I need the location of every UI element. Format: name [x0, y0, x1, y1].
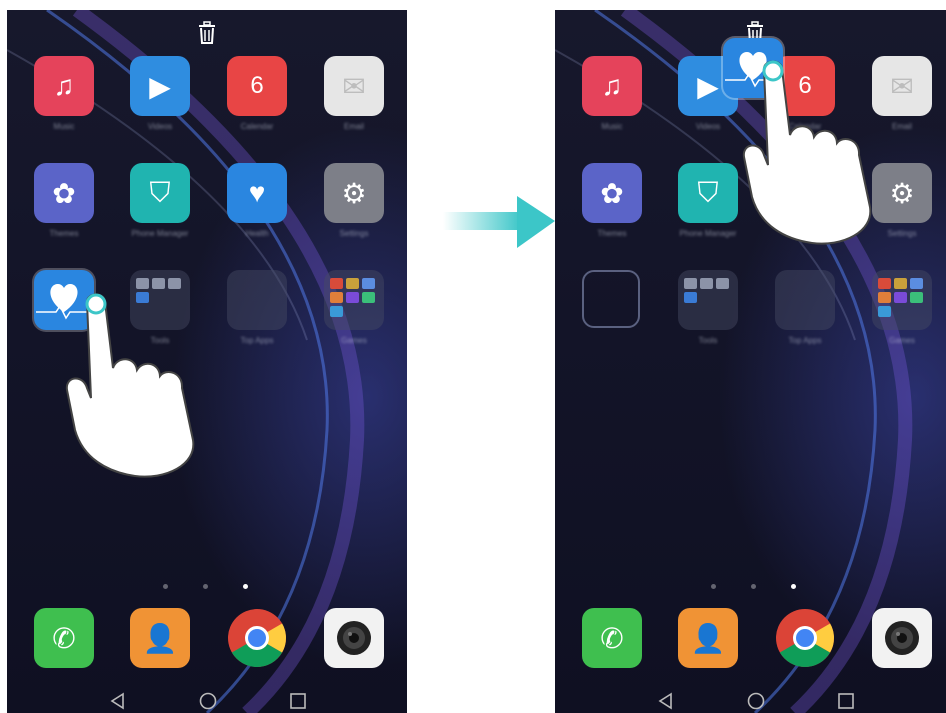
page-indicator-dot[interactable]: [203, 584, 208, 589]
folder-mini-game-icon: [878, 278, 891, 289]
folder-mini-app-icon: [700, 278, 713, 289]
app-icon-health[interactable]: ♥: [227, 163, 287, 223]
app-glyph-icon: ⛉: [697, 176, 719, 208]
app-glyph-icon: ♫: [601, 70, 623, 101]
app-label: Themes: [49, 229, 79, 238]
app-glyph-icon: 6: [250, 72, 264, 99]
folder-games[interactable]: [324, 270, 384, 330]
folder-mini-game-icon: [878, 292, 891, 303]
app-label: Email: [343, 122, 364, 131]
app-label: Videos: [147, 122, 173, 131]
folder-mini-game-icon: [330, 292, 343, 303]
folder-mini-app-icon: [684, 278, 697, 289]
folder-mini-game-icon: [330, 278, 343, 289]
app-label: Phone Manager: [679, 229, 737, 238]
app-icon-calendar[interactable]: 6: [227, 56, 287, 116]
folder-mini-app-icon: [684, 292, 697, 303]
app-icon-music[interactable]: ♫: [582, 56, 642, 116]
app-glyph-icon: ♫: [53, 70, 75, 101]
app-icon-themes[interactable]: ✿: [582, 163, 642, 223]
folder-label: Games: [341, 336, 367, 345]
app-icon-videos[interactable]: ▶: [130, 56, 190, 116]
app-glyph-icon: ✉: [342, 70, 366, 102]
app-glyph-icon: ⛉: [149, 176, 171, 208]
page-indicator-dot[interactable]: [711, 584, 716, 589]
folder-mini-app-icon: [136, 278, 149, 289]
trash-icon[interactable]: [192, 18, 222, 48]
app-glyph-icon: ✿: [52, 177, 76, 209]
folder-top-apps[interactable]: [227, 270, 287, 330]
app-glyph-icon: ▶: [697, 70, 719, 102]
folder-mini-game-icon: [362, 278, 375, 289]
folder-mini-game-icon: [894, 278, 907, 289]
app-glyph-icon: ♥: [248, 177, 266, 208]
dock-app-camera[interactable]: [324, 608, 384, 668]
dock-app-phone[interactable]: ✆: [34, 608, 94, 668]
app-icon-themes[interactable]: ✿: [34, 163, 94, 223]
folder-mini-game-icon: [346, 292, 359, 303]
app-label: Settings: [339, 229, 369, 238]
dock-app-chrome[interactable]: [227, 608, 287, 668]
app-icon-settings[interactable]: ⚙: [324, 163, 384, 223]
back-nav-icon[interactable]: [107, 690, 129, 712]
home-nav-icon[interactable]: [197, 690, 219, 712]
dock-app-camera[interactable]: [872, 608, 932, 668]
folder-label: Top Apps: [788, 336, 822, 345]
page-indicator-dot[interactable]: [751, 584, 756, 589]
folder-mini-game-icon: [878, 306, 891, 317]
folder-mini-game-icon: [910, 292, 923, 303]
folder-games[interactable]: [872, 270, 932, 330]
home-nav-icon[interactable]: [745, 690, 767, 712]
app-glyph-icon: ✆: [52, 622, 76, 654]
recents-nav-icon[interactable]: [287, 690, 309, 712]
folder-top-apps[interactable]: [775, 270, 835, 330]
app-glyph-icon: ✆: [600, 622, 624, 654]
folder-label: Games: [889, 336, 915, 345]
dock-app-chrome[interactable]: [775, 608, 835, 668]
page-indicator-dot[interactable]: [163, 584, 168, 589]
right-arrow-icon: [443, 196, 555, 248]
app-label: Music: [53, 122, 75, 131]
app-label: Videos: [695, 122, 721, 131]
app-glyph-icon: 👤: [142, 622, 178, 654]
back-nav-icon[interactable]: [655, 690, 677, 712]
app-icon-music[interactable]: ♫: [34, 56, 94, 116]
folder-mini-app-icon: [716, 278, 729, 289]
home-screen-before: ♫ Music ▶ Videos 6 Calendar ✉ Email ✿ Themes ⛉ Phon…: [7, 10, 407, 713]
app-glyph-icon: ✉: [890, 70, 914, 102]
empty-slot: [582, 270, 640, 328]
home-screen-after: ♫Music▶Videos6Calendar✉Email✿Themes⛉Phon…: [555, 10, 946, 713]
page-indicator-dot[interactable]: [243, 584, 248, 589]
folder-mini-app-icon: [168, 278, 181, 289]
folder-mini-game-icon: [910, 278, 923, 289]
app-icon-email[interactable]: ✉: [324, 56, 384, 116]
recents-nav-icon[interactable]: [835, 690, 857, 712]
app-glyph-icon: ✿: [600, 177, 624, 209]
dock-app-contacts[interactable]: 👤: [130, 608, 190, 668]
dock-app-phone[interactable]: ✆: [582, 608, 642, 668]
app-glyph-icon: 👤: [690, 622, 726, 654]
app-glyph-icon: ⚙: [341, 177, 367, 209]
app-label: Health: [245, 229, 269, 238]
dock-app-contacts[interactable]: 👤: [678, 608, 738, 668]
app-label: Calendar: [240, 122, 274, 131]
app-label: Themes: [597, 229, 627, 238]
folder-label: Top Apps: [240, 336, 274, 345]
folder-mini-game-icon: [330, 306, 343, 317]
app-label: Music: [601, 122, 623, 131]
folder-mini-app-icon: [152, 278, 165, 289]
folder-tools[interactable]: [678, 270, 738, 330]
pointing-hand-icon: [65, 290, 215, 485]
folder-mini-game-icon: [346, 278, 359, 289]
folder-mini-game-icon: [362, 292, 375, 303]
folder-mini-game-icon: [894, 292, 907, 303]
app-label: Phone Manager: [131, 229, 189, 238]
pointing-hand-icon: [742, 57, 892, 252]
folder-label: Tools: [698, 336, 718, 345]
page-indicator-dot[interactable]: [791, 584, 796, 589]
app-glyph-icon: ⚙: [889, 177, 915, 209]
app-icon-phone-manager[interactable]: ⛉: [130, 163, 190, 223]
app-icon-phone-manager[interactable]: ⛉: [678, 163, 738, 223]
app-glyph-icon: ▶: [149, 70, 171, 102]
